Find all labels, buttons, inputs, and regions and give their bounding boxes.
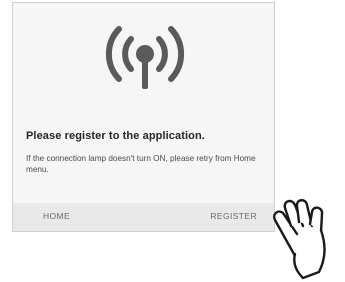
pointing-hand-icon [273,199,326,280]
dialog-message: If the connection lamp doesn't turn ON, … [26,154,256,174]
wireless-signal-icon [105,26,185,89]
register-dialog: Please register to the application. If t… [12,2,275,232]
home-button[interactable]: HOME [43,211,70,221]
register-button[interactable]: REGISTER [210,211,257,221]
dialog-footer: HOME REGISTER [13,203,274,231]
dialog-title: Please register to the application. [26,130,205,142]
